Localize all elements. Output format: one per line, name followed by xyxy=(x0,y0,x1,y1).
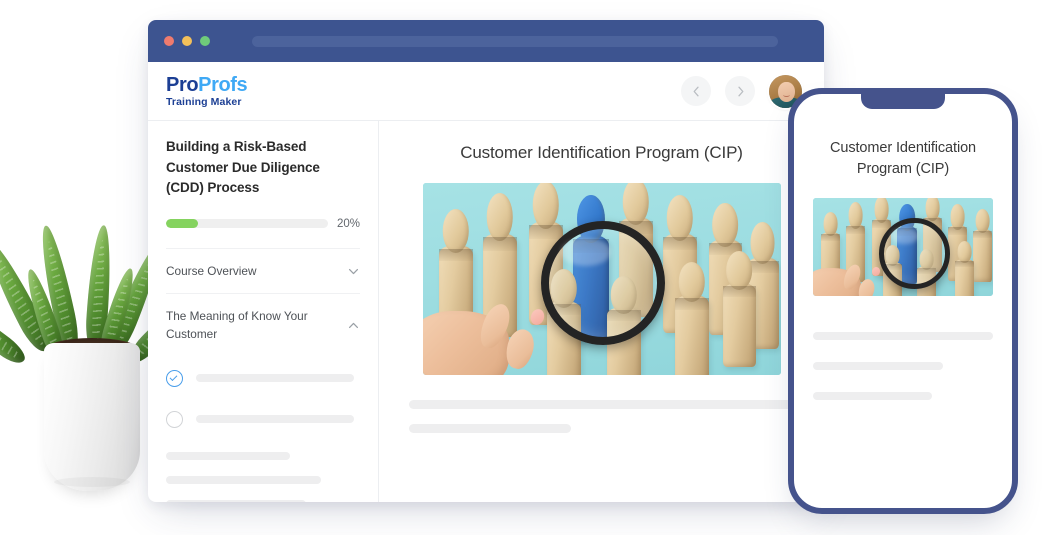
placeholder-line xyxy=(166,499,306,502)
magnifier-figures-photo xyxy=(422,183,781,375)
avatar-face xyxy=(778,81,795,102)
course-sidebar: Building a Risk-Based Customer Due Dilig… xyxy=(148,121,379,502)
magnifier-figures-photo xyxy=(813,198,993,297)
mobile-preview: Customer Identification Program (CIP) xyxy=(788,88,1018,514)
section-label: Course Overview xyxy=(166,263,257,278)
next-slide-button[interactable] xyxy=(725,76,755,106)
lesson-hero-image xyxy=(422,183,781,375)
address-bar[interactable] xyxy=(252,35,778,47)
progress-track xyxy=(166,219,328,229)
placeholder-line xyxy=(409,424,571,433)
logo-text-profs: Profs xyxy=(198,73,248,96)
window-controls xyxy=(164,36,210,46)
previous-slide-button[interactable] xyxy=(681,76,711,106)
placeholder-line xyxy=(813,362,943,371)
course-title: Building a Risk-Based Customer Due Dilig… xyxy=(166,139,320,196)
placeholder-line xyxy=(166,451,291,460)
lesson-item-pending[interactable] xyxy=(166,410,360,428)
wooden-figure xyxy=(955,259,974,297)
mobile-hero-image xyxy=(813,198,993,297)
wooden-figure xyxy=(973,229,992,283)
close-window-button[interactable] xyxy=(164,36,174,46)
phone-screen: Customer Identification Program (CIP) xyxy=(794,94,1012,401)
logo-tagline: Training Maker xyxy=(166,95,242,108)
chevron-down-icon xyxy=(348,268,359,275)
placeholder-line xyxy=(813,332,993,341)
logo-wordmark: ProProfs xyxy=(166,73,248,96)
avatar-smile xyxy=(783,93,790,97)
check-circle-icon xyxy=(166,369,183,387)
minimize-window-button[interactable] xyxy=(182,36,192,46)
logo-text-pro: Pro xyxy=(166,73,199,96)
placeholder-line xyxy=(409,400,794,409)
placeholder-line xyxy=(813,392,932,401)
wooden-figure xyxy=(674,295,709,375)
mobile-slide-title: Customer Identification Program (CIP) xyxy=(830,140,976,178)
empty-circle-icon xyxy=(166,410,183,428)
progress-fill xyxy=(166,219,199,229)
maximize-window-button[interactable] xyxy=(200,36,210,46)
sidebar-section-meaning-of-kyc[interactable]: The Meaning of Know Your Customer xyxy=(166,293,360,356)
chevron-right-icon xyxy=(737,86,743,96)
magnifying-glass-icon xyxy=(879,218,950,290)
header-actions xyxy=(681,74,802,108)
section-label: The Meaning of Know Your Customer xyxy=(166,309,308,341)
placeholder-line xyxy=(166,475,322,484)
chevron-left-icon xyxy=(693,86,699,96)
lesson-title-placeholder xyxy=(196,415,354,424)
lesson-content-area: Customer Identification Program (CIP) xyxy=(379,121,824,502)
lesson-text-placeholders xyxy=(409,400,794,433)
progress-percent-label: 20% xyxy=(336,217,360,230)
chevron-up-icon xyxy=(348,323,359,329)
sidebar-placeholder-lines xyxy=(166,451,360,502)
app-header: ProProfs Training Maker xyxy=(148,62,824,121)
magnifying-glass-icon xyxy=(540,221,665,345)
app-body: Building a Risk-Based Customer Due Dilig… xyxy=(148,121,824,502)
mobile-text-placeholders xyxy=(813,332,993,401)
proprofs-logo[interactable]: ProProfs Training Maker xyxy=(166,73,248,108)
slide-title: Customer Identification Program (CIP) xyxy=(460,143,743,162)
potted-plant-decoration xyxy=(0,223,200,525)
lesson-title-placeholder xyxy=(196,374,354,383)
lesson-item-completed[interactable] xyxy=(166,369,360,387)
wooden-figure xyxy=(722,283,756,367)
course-progress: 20% xyxy=(166,218,360,230)
browser-window: ProProfs Training Maker Building a Risk-… xyxy=(148,20,824,502)
plant-pot xyxy=(44,343,140,491)
sidebar-section-course-overview[interactable]: Course Overview xyxy=(166,247,360,294)
browser-titlebar xyxy=(148,20,824,62)
phone-notch xyxy=(861,94,945,109)
